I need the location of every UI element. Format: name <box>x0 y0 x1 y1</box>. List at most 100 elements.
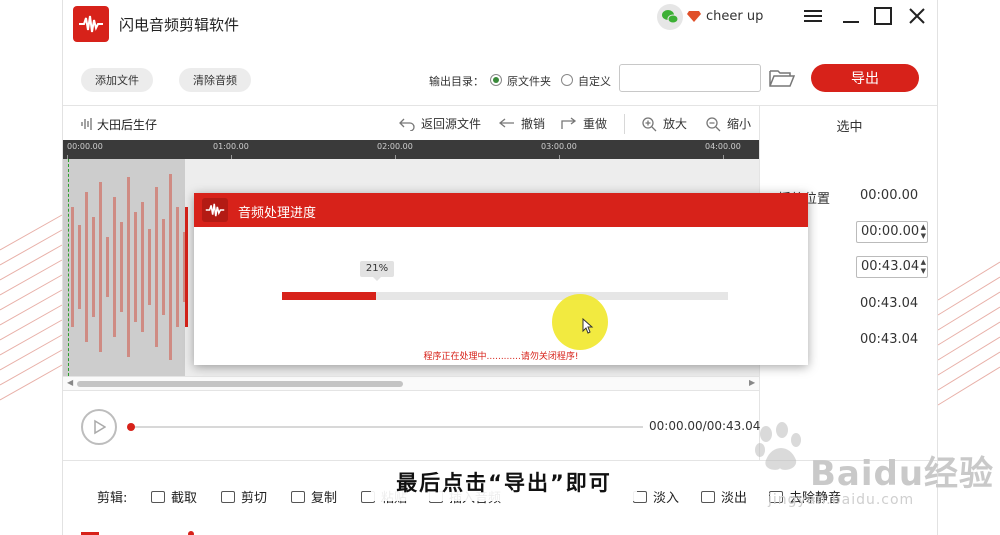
editor-header: 大田后生仔 返回源文件 撤销 重做 放大 缩小 <box>63 106 759 140</box>
vip-diamond-icon <box>687 11 701 22</box>
mouse-highlight <box>552 294 608 350</box>
progress-dialog-header: 音频处理进度 <box>194 193 808 227</box>
username[interactable]: cheer up <box>706 9 763 24</box>
tutorial-subtitle: 最后点击“导出”即可 <box>371 465 637 501</box>
zoom-in-icon <box>642 116 657 131</box>
back-to-source-label: 返回源文件 <box>421 117 482 131</box>
cut-button[interactable]: 剪切 <box>221 487 267 506</box>
radio-custom-label[interactable]: 自定义 <box>578 73 611 89</box>
waveform-bar <box>127 177 130 357</box>
waveform-bar <box>92 217 95 317</box>
waveform-bar <box>155 187 158 347</box>
play-icon <box>94 419 106 435</box>
folder-open-icon[interactable] <box>769 68 795 88</box>
scrollbar-thumb[interactable] <box>77 381 403 387</box>
ruler-label: 04:00.00 <box>705 142 741 151</box>
waveform-bar <box>162 219 165 315</box>
redo-icon <box>561 116 577 129</box>
timeline-ruler[interactable]: 00:00.00 01:00.00 02:00.00 03:00.00 04:0… <box>63 140 759 159</box>
close-icon[interactable] <box>905 4 929 28</box>
app-title: 闪电音频剪辑软件 <box>119 16 240 34</box>
progress-dialog-title: 音频处理进度 <box>238 206 317 221</box>
waveform-bar <box>78 225 81 309</box>
spin-arrows-icon[interactable]: ▲ ▼ <box>921 223 926 241</box>
undo-button[interactable]: 撤销 <box>499 115 545 132</box>
output-path-input[interactable] <box>619 64 761 92</box>
zoom-in-button[interactable]: 放大 <box>641 115 687 132</box>
waveform-bar <box>141 202 144 332</box>
audio-player: 00:00.00/00:43.04 <box>63 390 761 460</box>
play-button[interactable] <box>81 409 117 445</box>
start-time-input[interactable]: 00:00.00 ▲ ▼ <box>856 221 928 243</box>
watermark-url: jingyan.baidu.com <box>768 492 915 508</box>
crop-icon <box>151 490 165 503</box>
scroll-right-icon[interactable]: ▶ <box>749 378 755 387</box>
add-file-button[interactable]: 添加文件 <box>81 68 153 92</box>
waveform-bar <box>185 207 188 327</box>
copy-icon <box>291 490 305 503</box>
audio-file-name: 大田后生仔 <box>97 118 158 132</box>
waveform-bar <box>134 212 137 322</box>
bottom-strip-decoration <box>81 531 194 535</box>
waveform-bar <box>106 237 109 297</box>
back-icon <box>399 118 415 131</box>
horizontal-scrollbar[interactable]: ◀ ▶ <box>63 376 759 390</box>
radio-source-folder[interactable] <box>490 74 502 86</box>
edit-label-text: 剪辑: <box>97 491 128 506</box>
waveform-bar <box>85 192 88 342</box>
crop-button[interactable]: 截取 <box>151 487 197 506</box>
ruler-label: 02:00.00 <box>377 142 413 151</box>
end-time-value: 00:43.04 <box>861 259 920 274</box>
zoom-in-label: 放大 <box>663 117 688 131</box>
progress-percent: 21% <box>360 261 394 281</box>
start-time-value: 00:00.00 <box>861 224 920 239</box>
cut-label: 剪切 <box>241 491 268 506</box>
progress-dialog: 音频处理进度 21% 程序正在处理中............请勿关闭程序! <box>194 193 808 365</box>
progress-bar-track <box>282 292 728 300</box>
waveform-bar <box>169 174 172 360</box>
copy-label: 复制 <box>311 491 338 506</box>
maximize-icon[interactable] <box>871 4 895 28</box>
zoom-out-button[interactable]: 缩小 <box>705 115 751 132</box>
mouse-pointer-icon <box>582 318 594 334</box>
waveform-bar <box>113 197 116 337</box>
progress-bar-fill <box>282 292 376 300</box>
app-logo <box>73 6 109 42</box>
playback-progress-handle[interactable] <box>127 423 135 431</box>
playback-progress-track[interactable] <box>129 426 643 428</box>
crop-label: 截取 <box>171 491 198 506</box>
fade-out-button[interactable]: 淡出 <box>701 487 747 506</box>
waveform-logo-icon <box>205 203 225 217</box>
waveform-bar <box>120 222 123 312</box>
fade-in-button[interactable]: 淡入 <box>633 487 679 506</box>
scroll-left-icon[interactable]: ◀ <box>67 378 73 387</box>
export-button[interactable]: 导出 <box>811 64 919 92</box>
waveform-logo-icon <box>79 15 103 33</box>
wechat-icon[interactable] <box>657 4 683 30</box>
minimize-icon[interactable] <box>839 4 863 28</box>
cut-icon <box>221 490 235 503</box>
playback-time: 00:00.00/00:43.04 <box>649 419 761 433</box>
redo-button[interactable]: 重做 <box>561 115 607 132</box>
back-to-source-button[interactable]: 返回源文件 <box>399 115 481 132</box>
ruler-label: 01:00.00 <box>213 142 249 151</box>
waveform-bar <box>71 207 74 327</box>
fade-out-label: 淡出 <box>721 491 748 506</box>
edit-label: 剪辑: <box>97 487 127 506</box>
title-bar: 闪电音频剪辑软件 cheer up <box>63 0 937 50</box>
waveform-bar <box>99 182 102 352</box>
waveform-selection[interactable] <box>63 159 185 376</box>
radio-custom[interactable] <box>561 74 573 86</box>
progress-message: 程序正在处理中............请勿关闭程序! <box>423 352 579 362</box>
menu-icon[interactable] <box>801 4 825 28</box>
copy-button[interactable]: 复制 <box>291 487 337 506</box>
spin-arrows-icon[interactable]: ▲ ▼ <box>921 258 926 276</box>
ruler-label: 00:00.00 <box>67 142 103 151</box>
toolbar-separator <box>624 114 625 134</box>
output-dir-label: 输出目录： <box>429 75 484 88</box>
radio-source-folder-label[interactable]: 原文件夹 <box>507 73 551 89</box>
zoom-out-label: 缩小 <box>727 117 752 131</box>
end-time-input[interactable]: 00:43.04 ▲ ▼ <box>856 256 928 278</box>
clear-audio-button[interactable]: 清除音频 <box>179 68 251 92</box>
audio-wave-icon <box>81 118 92 130</box>
